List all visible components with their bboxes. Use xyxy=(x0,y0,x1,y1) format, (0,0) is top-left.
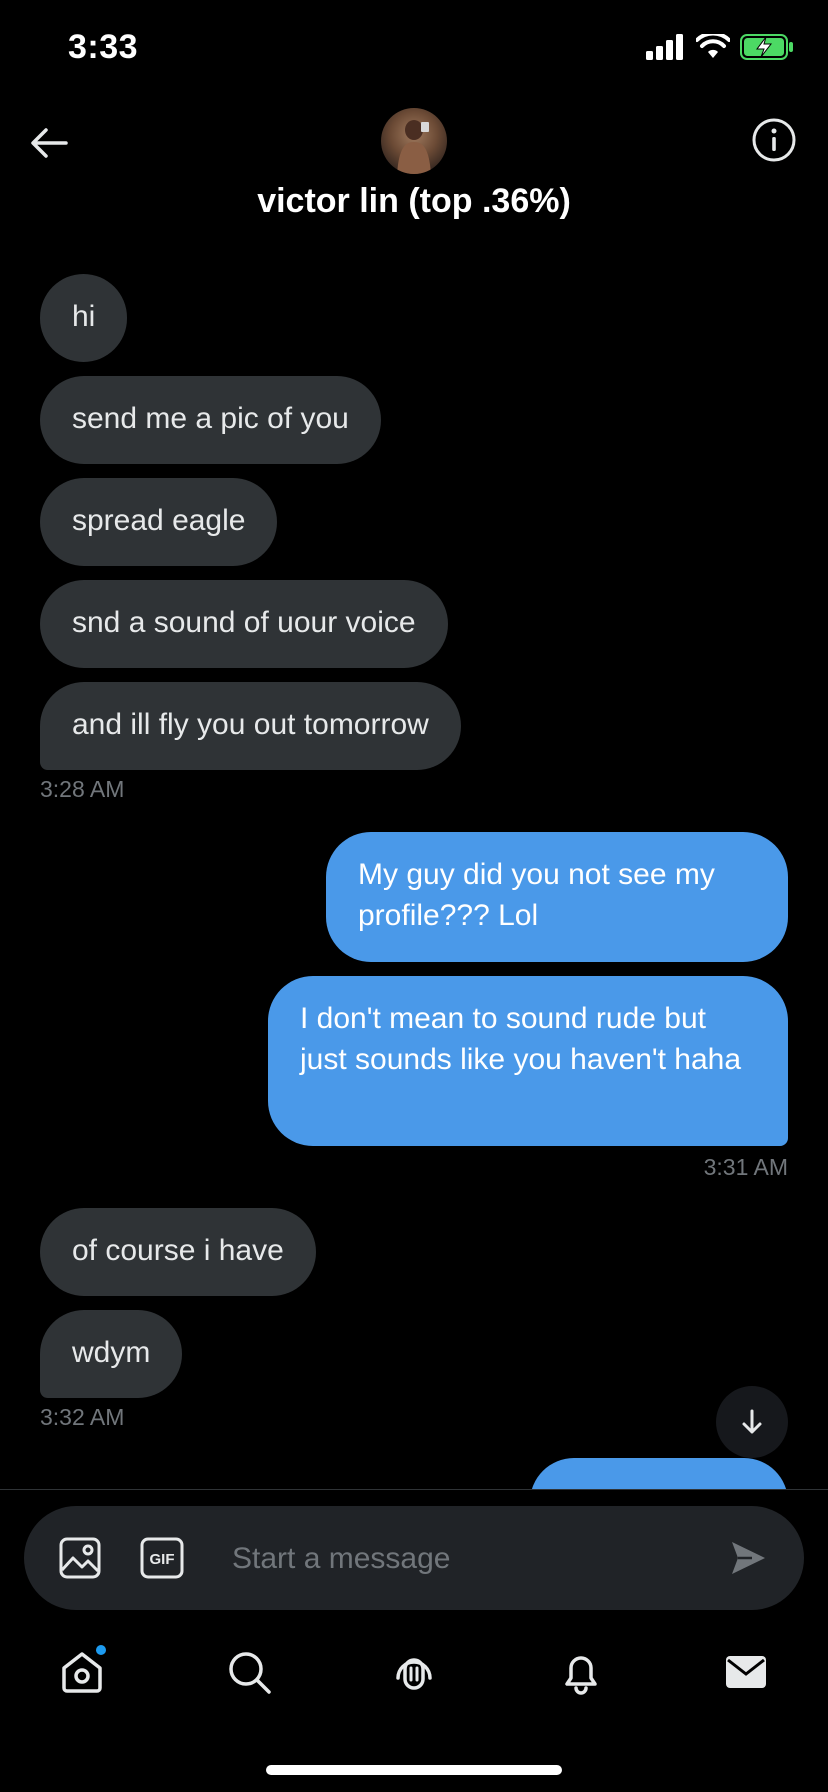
message-incoming[interactable]: and ill fly you out tomorrow xyxy=(40,682,461,770)
divider xyxy=(0,1489,828,1490)
status-icons xyxy=(646,34,794,60)
battery-charging-icon xyxy=(740,34,793,60)
message-outgoing-partial[interactable] xyxy=(530,1458,788,1490)
notifications-bell-icon[interactable] xyxy=(557,1648,605,1696)
message-incoming[interactable]: send me a pic of you xyxy=(40,376,381,464)
home-icon[interactable] xyxy=(58,1648,106,1696)
avatar-photo xyxy=(397,120,431,174)
spaces-icon[interactable] xyxy=(390,1648,438,1696)
back-arrow-icon[interactable] xyxy=(26,120,72,166)
message-timestamp: 3:31 AM xyxy=(703,1154,788,1180)
message-composer: GIF xyxy=(24,1506,804,1610)
signal-icon xyxy=(646,34,683,60)
send-icon[interactable] xyxy=(728,1538,768,1578)
message-outgoing[interactable]: I don't mean to sound rude but just soun… xyxy=(268,976,788,1146)
home-indicator xyxy=(266,1765,562,1775)
message-input[interactable] xyxy=(230,1528,714,1590)
info-icon[interactable] xyxy=(750,116,798,164)
search-icon[interactable] xyxy=(225,1648,273,1696)
messages-mail-icon[interactable] xyxy=(722,1648,770,1696)
conversation-header: victor lin (top .36%) xyxy=(0,100,828,240)
avatar[interactable] xyxy=(381,108,447,174)
home-notification-dot xyxy=(96,1645,106,1655)
message-timestamp: 3:32 AM xyxy=(40,1404,125,1430)
gif-label: GIF xyxy=(150,1551,175,1568)
message-incoming[interactable]: spread eagle xyxy=(40,478,278,566)
message-timestamp: 3:28 AM xyxy=(40,776,125,802)
image-icon[interactable] xyxy=(58,1536,102,1580)
message-incoming[interactable]: snd a sound of uour voice xyxy=(40,580,448,668)
status-time: 3:33 xyxy=(68,28,139,66)
bottom-tab-bar xyxy=(0,1640,828,1710)
conversation-title[interactable]: victor lin (top .36%) xyxy=(0,182,828,221)
message-incoming[interactable]: hi xyxy=(40,274,128,362)
status-bar: 3:33 xyxy=(0,0,828,100)
message-list[interactable]: hi send me a pic of you spread eagle snd… xyxy=(0,270,828,1490)
message-incoming[interactable]: wdym xyxy=(40,1310,183,1398)
scroll-to-bottom-button[interactable] xyxy=(716,1386,788,1458)
gif-icon[interactable]: GIF xyxy=(140,1537,184,1579)
arrow-down-icon xyxy=(742,1409,762,1434)
message-outgoing[interactable]: My guy did you not see my profile??? Lol xyxy=(326,832,788,962)
message-incoming[interactable]: of course i have xyxy=(40,1208,316,1296)
wifi-icon xyxy=(696,34,730,58)
